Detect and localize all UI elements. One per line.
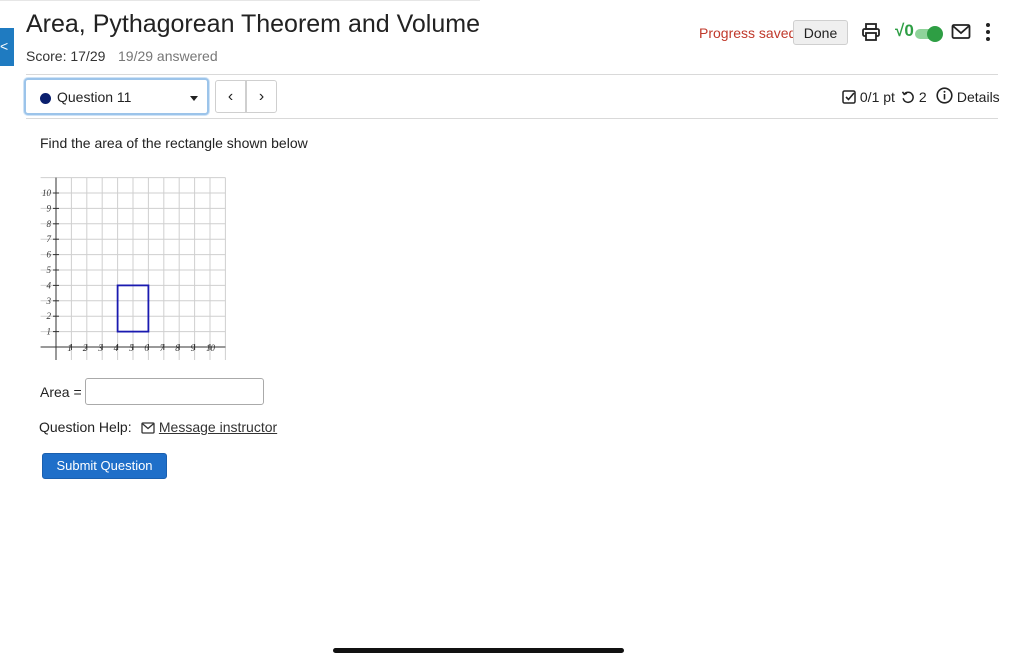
question-select-label: Question 11 [57,89,132,105]
area-label: Area = [40,384,82,400]
x-tick-label: 5 [129,343,134,353]
header-divider [26,74,998,75]
points-indicator: 0/1 pt [842,89,895,105]
math-input-toggle-label: √0 [895,21,914,40]
x-tick-label: 8 [175,343,180,353]
question-select[interactable]: Question 11 [24,78,209,115]
top-divider [0,0,480,1]
x-tick-label: 9 [191,343,196,353]
progress-status: Progress saved [699,25,797,41]
y-tick-label: 9 [47,203,52,213]
submit-question-button[interactable]: Submit Question [42,453,167,479]
score-text: Score: 17/29 [26,48,106,64]
x-tick-label: 4 [114,343,119,353]
mail-icon [141,422,155,434]
toolbar-divider [26,118,998,119]
answered-count: 19/29 answered [118,48,218,64]
x-tick-label: 3 [97,343,103,353]
y-tick-label: 8 [47,219,52,229]
question-prompt: Find the area of the rectangle shown bel… [40,135,308,151]
points-text: 0/1 pt [859,89,895,105]
chevron-left-icon: < [0,38,9,54]
info-icon [936,87,953,104]
sidebar-toggle-tab[interactable]: < [0,28,14,66]
next-question-button[interactable]: › [246,80,277,113]
y-tick-label: 10 [42,188,52,198]
coordinate-graph: 1 2 3 4 5 6 7 8 9 1012345678910 [40,177,226,360]
area-input[interactable] [85,378,264,405]
y-tick-label: 6 [47,250,52,260]
y-tick-label: 4 [47,280,52,290]
x-tick-label: 6 [144,343,149,353]
y-tick-label: 5 [47,265,52,275]
mail-icon[interactable] [951,23,971,41]
caret-down-icon [190,96,198,101]
y-tick-label: 2 [47,311,52,321]
y-tick-label: 3 [46,296,52,306]
x-tick-label: 1 [67,343,72,353]
message-instructor-label: Message instructor [158,419,278,435]
question-help-label: Question Help: [39,419,132,435]
message-instructor-link[interactable]: Message instructor [141,419,277,435]
retry-icon [901,91,914,104]
attempts-indicator: 2 [901,89,927,105]
previous-question-button[interactable]: ‹ [215,80,246,113]
y-tick-label: 1 [47,327,52,337]
page-title: Area, Pythagorean Theorem and Volume [26,10,480,38]
details-link[interactable]: Details [936,87,1000,105]
question-status-dot [40,93,51,104]
y-tick-label: 7 [47,234,52,244]
done-button[interactable]: Done [793,20,848,45]
print-icon[interactable] [861,22,881,42]
attempts-count: 2 [918,89,927,105]
home-indicator [333,648,624,653]
x-tick-label: 2 [83,343,88,353]
kebab-menu-icon[interactable] [981,21,995,43]
toggle-knob [927,26,943,42]
x-tick-label: 10 [206,343,216,353]
x-tick-label: 7 [160,343,165,353]
checkbox-icon [842,90,856,104]
math-input-toggle[interactable] [915,26,943,42]
details-label: Details [956,89,1000,105]
